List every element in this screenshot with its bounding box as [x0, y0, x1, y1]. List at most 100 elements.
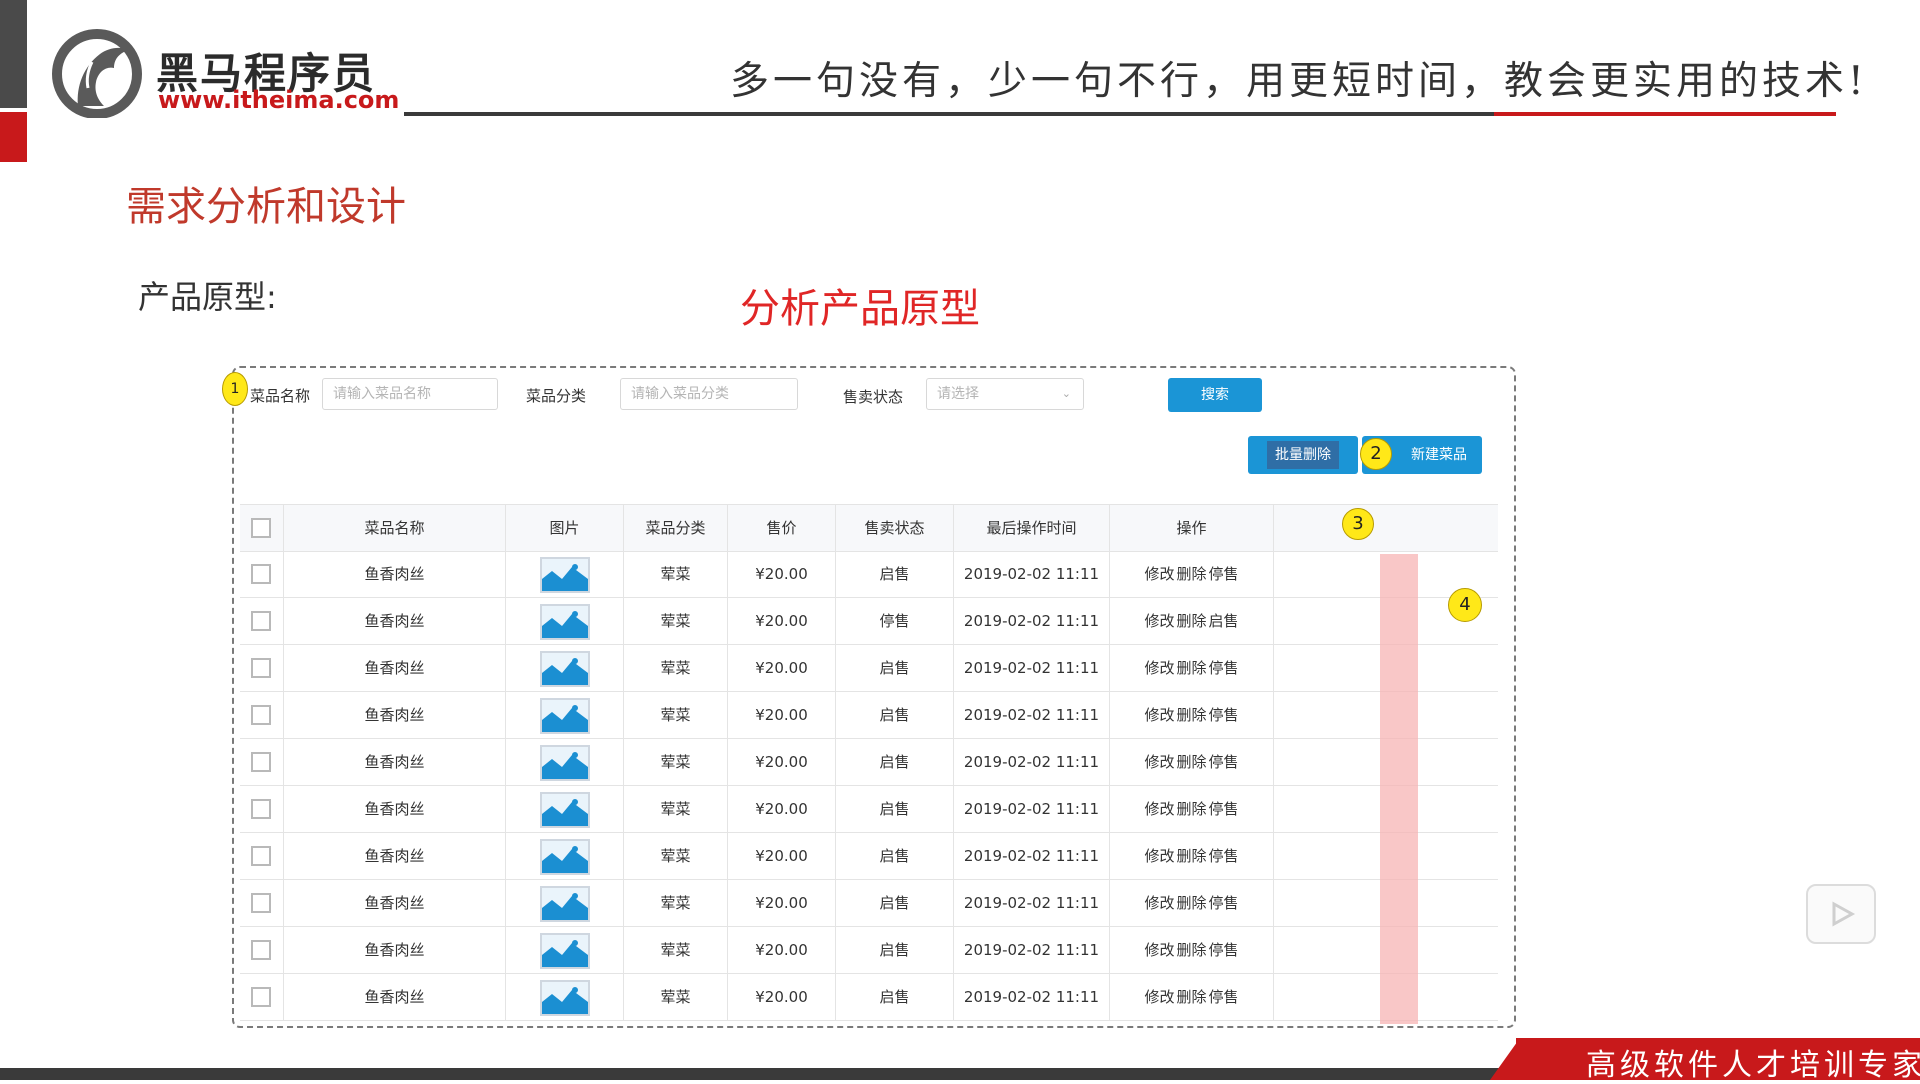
status-cell: 启售 — [836, 739, 954, 785]
edit-link[interactable]: 修改 — [1144, 659, 1174, 677]
col-dish-name-header: 菜品名称 — [284, 505, 506, 551]
last-op-time-cell: 2019-02-02 11:11 — [954, 880, 1110, 926]
batch-delete-button[interactable]: 批量删除 — [1248, 436, 1358, 474]
table-row: 鱼香肉丝 荤菜 ¥20.00 启售 2019-02-02 11:11 修改 删除 停售 — [240, 645, 1498, 692]
edit-link[interactable]: 修改 — [1144, 612, 1174, 630]
row-checkbox[interactable] — [251, 564, 271, 584]
delete-link[interactable]: 删除 — [1176, 800, 1206, 818]
toggle-sale-link[interactable]: 停售 — [1209, 706, 1239, 724]
dish-image-icon — [539, 839, 590, 875]
dish-category-label: 菜品分类 — [526, 387, 587, 405]
edit-link[interactable]: 修改 — [1144, 565, 1174, 583]
delete-link[interactable]: 删除 — [1176, 706, 1206, 724]
row-checkbox[interactable] — [251, 752, 271, 772]
price-cell: ¥20.00 — [728, 739, 836, 785]
dish-category-input[interactable]: 请输入菜品分类 — [620, 378, 798, 410]
delete-column-highlight — [1380, 554, 1418, 1024]
row-checkbox[interactable] — [251, 799, 271, 819]
header-divider-accent — [1494, 112, 1836, 116]
image-cell — [506, 739, 624, 785]
row-checkbox[interactable] — [251, 705, 271, 725]
toggle-sale-link[interactable]: 停售 — [1209, 753, 1239, 771]
toggle-sale-link[interactable]: 启售 — [1209, 612, 1239, 630]
delete-link[interactable]: 删除 — [1176, 847, 1206, 865]
row-checkbox[interactable] — [251, 987, 271, 1007]
dish-name-cell: 鱼香肉丝 — [284, 786, 506, 832]
dish-name-input[interactable]: 请输入菜品名称 — [322, 378, 498, 410]
row-checkbox[interactable] — [251, 611, 271, 631]
category-cell: 荤菜 — [624, 927, 728, 973]
toggle-sale-link[interactable]: 停售 — [1209, 847, 1239, 865]
horse-logo-icon — [52, 29, 142, 118]
delete-link[interactable]: 删除 — [1176, 988, 1206, 1006]
dish-name-cell: 鱼香肉丝 — [284, 927, 506, 973]
analysis-label: 分析产品原型 — [740, 286, 980, 332]
table-row: 鱼香肉丝 荤菜 ¥20.00 启售 2019-02-02 11:11 修改 删除 停售 — [240, 692, 1498, 739]
edit-link[interactable]: 修改 — [1144, 847, 1174, 865]
toggle-sale-link[interactable]: 停售 — [1209, 941, 1239, 959]
delete-link[interactable]: 删除 — [1176, 659, 1206, 677]
edit-link[interactable]: 修改 — [1144, 894, 1174, 912]
toggle-sale-link[interactable]: 停售 — [1209, 800, 1239, 818]
last-op-time-cell: 2019-02-02 11:11 — [954, 833, 1110, 879]
row-checkbox-cell — [240, 927, 284, 973]
row-checkbox-cell — [240, 598, 284, 644]
delete-link[interactable]: 删除 — [1176, 753, 1206, 771]
slogan: 多一句没有，少一句不行，用更短时间，教会更实用的技术! — [730, 59, 1868, 104]
marker-1: 1 — [222, 372, 248, 406]
operations-cell: 修改 删除 停售 — [1110, 833, 1274, 879]
edit-link[interactable]: 修改 — [1144, 800, 1174, 818]
toggle-sale-link[interactable]: 停售 — [1209, 659, 1239, 677]
image-cell — [506, 551, 624, 597]
delete-link[interactable]: 删除 — [1176, 612, 1206, 630]
row-checkbox[interactable] — [251, 893, 271, 913]
row-checkbox-cell — [240, 833, 284, 879]
sale-status-label: 售卖状态 — [843, 388, 904, 406]
row-checkbox[interactable] — [251, 658, 271, 678]
edit-link[interactable]: 修改 — [1144, 706, 1174, 724]
edit-link[interactable]: 修改 — [1144, 753, 1174, 771]
category-cell: 荤菜 — [624, 598, 728, 644]
col-category-header: 菜品分类 — [624, 505, 728, 551]
row-checkbox-cell — [240, 692, 284, 738]
toggle-sale-link[interactable]: 停售 — [1209, 988, 1239, 1006]
table-row: 鱼香肉丝 荤菜 ¥20.00 启售 2019-02-02 11:11 修改 删除 停售 — [240, 551, 1498, 598]
row-checkbox[interactable] — [251, 940, 271, 960]
delete-link[interactable]: 删除 — [1176, 565, 1206, 583]
prototype-label: 产品原型: — [138, 278, 277, 316]
category-cell: 荤菜 — [624, 833, 728, 879]
price-cell: ¥20.00 — [728, 692, 836, 738]
last-op-time-cell: 2019-02-02 11:11 — [954, 786, 1110, 832]
dish-image-icon — [539, 604, 590, 640]
edit-link[interactable]: 修改 — [1144, 941, 1174, 959]
sale-status-select[interactable]: 请选择 ⌄ — [926, 378, 1084, 410]
marker-3: 3 — [1342, 508, 1374, 540]
last-op-time-cell: 2019-02-02 11:11 — [954, 551, 1110, 597]
edit-link[interactable]: 修改 — [1144, 988, 1174, 1006]
dish-image-icon — [539, 980, 590, 1016]
toggle-sale-link[interactable]: 停售 — [1209, 565, 1239, 583]
category-cell: 荤菜 — [624, 880, 728, 926]
toggle-sale-link[interactable]: 停售 — [1209, 894, 1239, 912]
image-cell — [506, 692, 624, 738]
status-cell: 启售 — [836, 833, 954, 879]
dish-name-cell: 鱼香肉丝 — [284, 692, 506, 738]
row-checkbox[interactable] — [251, 846, 271, 866]
footer-tagline: 高级软件人才培训专家 — [1586, 1048, 1920, 1083]
delete-link[interactable]: 删除 — [1176, 894, 1206, 912]
table-row: 鱼香肉丝 荤菜 ¥20.00 启售 2019-02-02 11:11 修改 删除 停售 — [240, 974, 1498, 1021]
video-play-button[interactable] — [1806, 884, 1876, 944]
select-all-checkbox[interactable] — [251, 518, 271, 538]
row-checkbox-cell — [240, 786, 284, 832]
header-checkbox-cell — [240, 505, 284, 551]
status-cell: 启售 — [836, 692, 954, 738]
play-icon — [1832, 901, 1856, 927]
image-cell — [506, 927, 624, 973]
dish-image-icon — [539, 933, 590, 969]
dish-image-icon — [539, 886, 590, 922]
search-button[interactable]: 搜索 — [1168, 378, 1262, 412]
delete-link[interactable]: 删除 — [1176, 941, 1206, 959]
category-cell: 荤菜 — [624, 786, 728, 832]
dish-image-icon — [539, 698, 590, 734]
row-checkbox-cell — [240, 645, 284, 691]
